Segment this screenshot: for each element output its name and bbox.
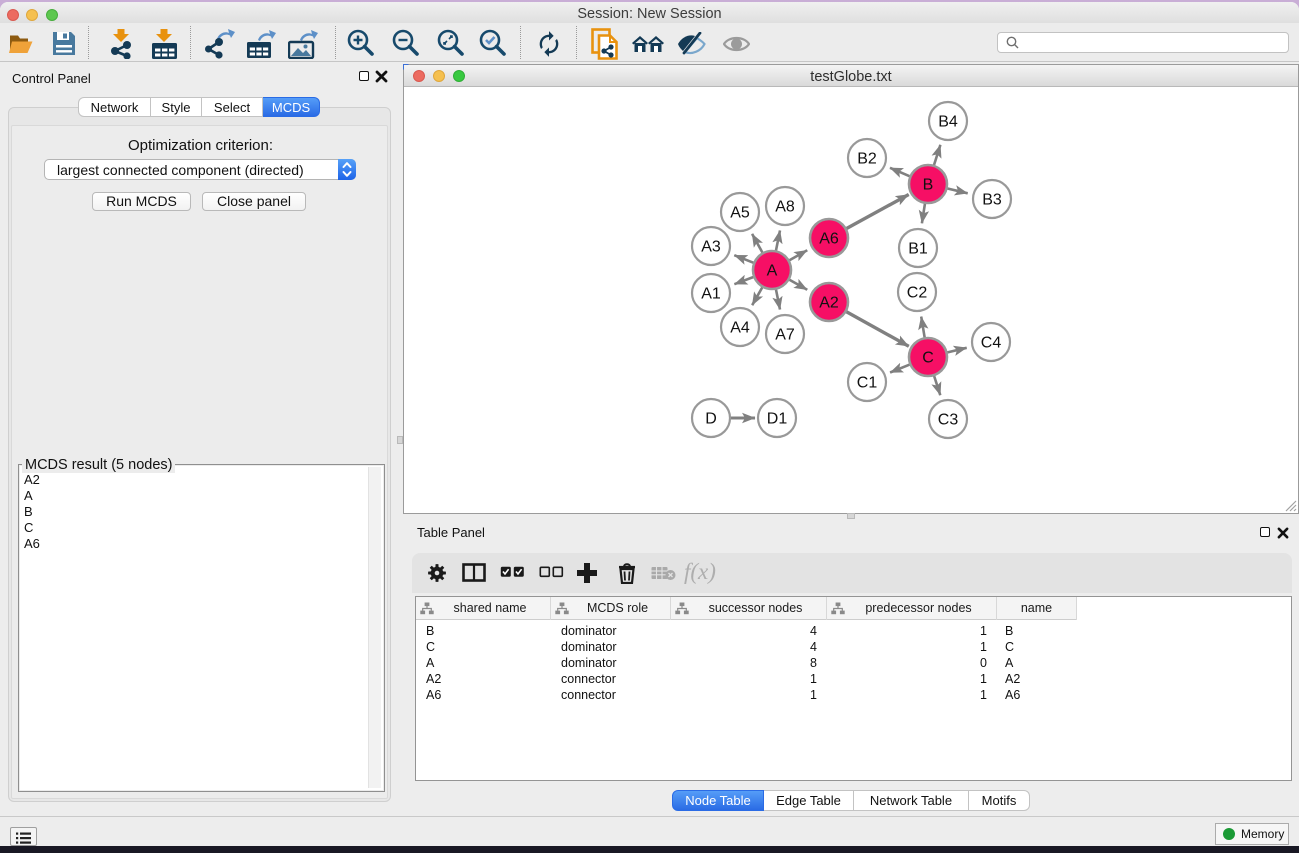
svg-text:B4: B4: [938, 114, 958, 131]
svg-text:B2: B2: [857, 151, 877, 168]
svg-text:C3: C3: [938, 412, 959, 429]
svg-text:A8: A8: [775, 199, 795, 216]
svg-text:A7: A7: [775, 327, 795, 344]
svg-text:A6: A6: [819, 231, 839, 248]
svg-text:B3: B3: [982, 192, 1002, 209]
svg-text:A4: A4: [730, 320, 750, 337]
svg-text:A2: A2: [819, 295, 839, 312]
svg-text:A1: A1: [701, 286, 721, 303]
svg-text:D: D: [705, 411, 717, 428]
svg-text:C2: C2: [907, 285, 928, 302]
svg-text:B: B: [923, 177, 934, 194]
svg-text:A3: A3: [701, 239, 721, 256]
svg-text:D1: D1: [767, 411, 788, 428]
svg-text:C1: C1: [857, 375, 878, 392]
svg-text:A: A: [767, 263, 778, 280]
svg-text:C4: C4: [981, 335, 1002, 352]
svg-text:B1: B1: [908, 241, 928, 258]
svg-text:C: C: [922, 350, 934, 367]
svg-text:A5: A5: [730, 205, 750, 222]
